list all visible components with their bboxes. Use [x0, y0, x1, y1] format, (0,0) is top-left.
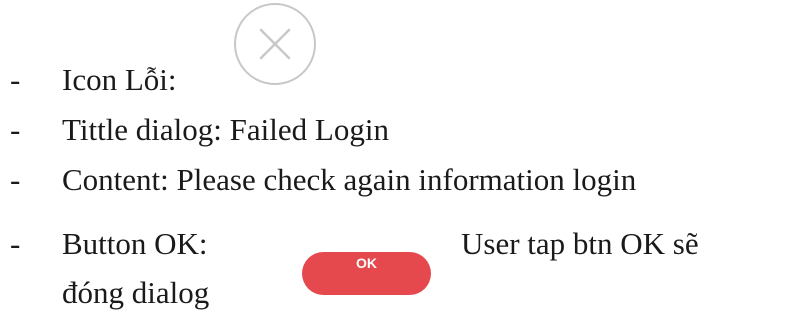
- title-dialog-text: Tittle dialog: Failed Login: [62, 112, 389, 147]
- bullet-dash: -: [10, 62, 21, 97]
- content-text: Content: Please check again information …: [62, 162, 637, 197]
- bullet-dash: -: [10, 162, 21, 197]
- button-ok-label: Button OK:: [62, 226, 208, 261]
- button-ok-description: User tap btn OK sẽ: [461, 226, 699, 261]
- bullet-dash: -: [10, 112, 21, 147]
- ok-button[interactable]: OK: [302, 252, 431, 295]
- bullet-dash: -: [10, 226, 21, 261]
- button-ok-description-line2: đóng dialog: [62, 275, 210, 310]
- icon-loi-label: Icon Lỗi:: [62, 62, 177, 97]
- close-circle-icon: [234, 3, 316, 85]
